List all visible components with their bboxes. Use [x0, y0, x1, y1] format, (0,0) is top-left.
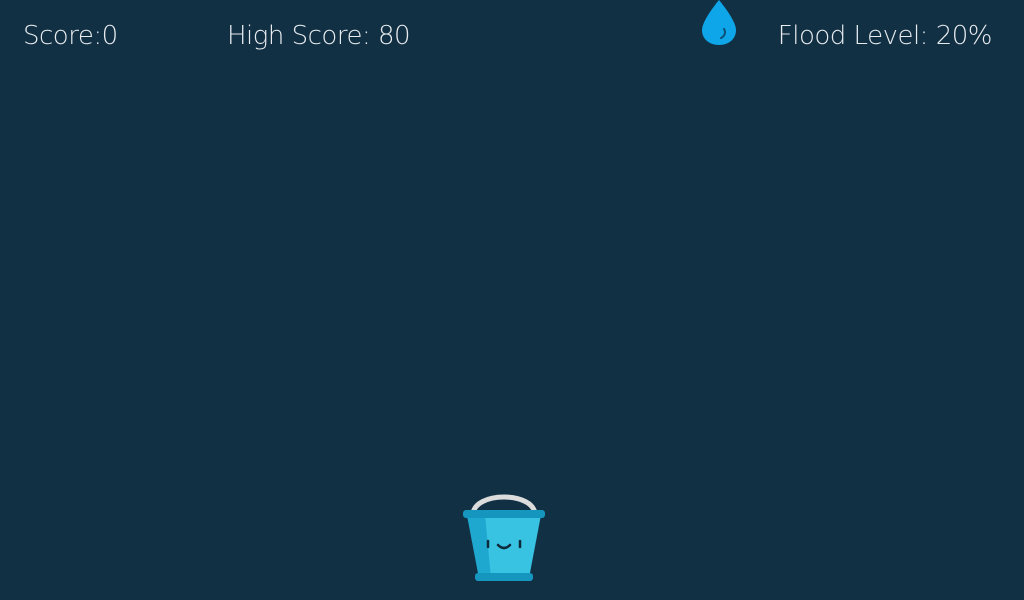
game-canvas[interactable]: Score:0 High Score: 80 Flood Level: 20% — [0, 0, 1024, 600]
raindrop-icon — [702, 0, 736, 45]
high-score-value: 80 — [377, 21, 411, 51]
score-label: Score: — [23, 21, 102, 51]
flood-level-label: Flood Level: — [777, 21, 929, 51]
high-score-display: High Score: 80 — [227, 20, 411, 52]
bucket-player[interactable] — [461, 477, 547, 583]
score-display: Score:0 — [23, 20, 118, 52]
high-score-label: High Score: — [227, 21, 371, 51]
flood-level-value: 20% — [935, 21, 993, 51]
score-value: 0 — [101, 21, 119, 51]
flood-level-display: Flood Level: 20% — [777, 20, 993, 52]
